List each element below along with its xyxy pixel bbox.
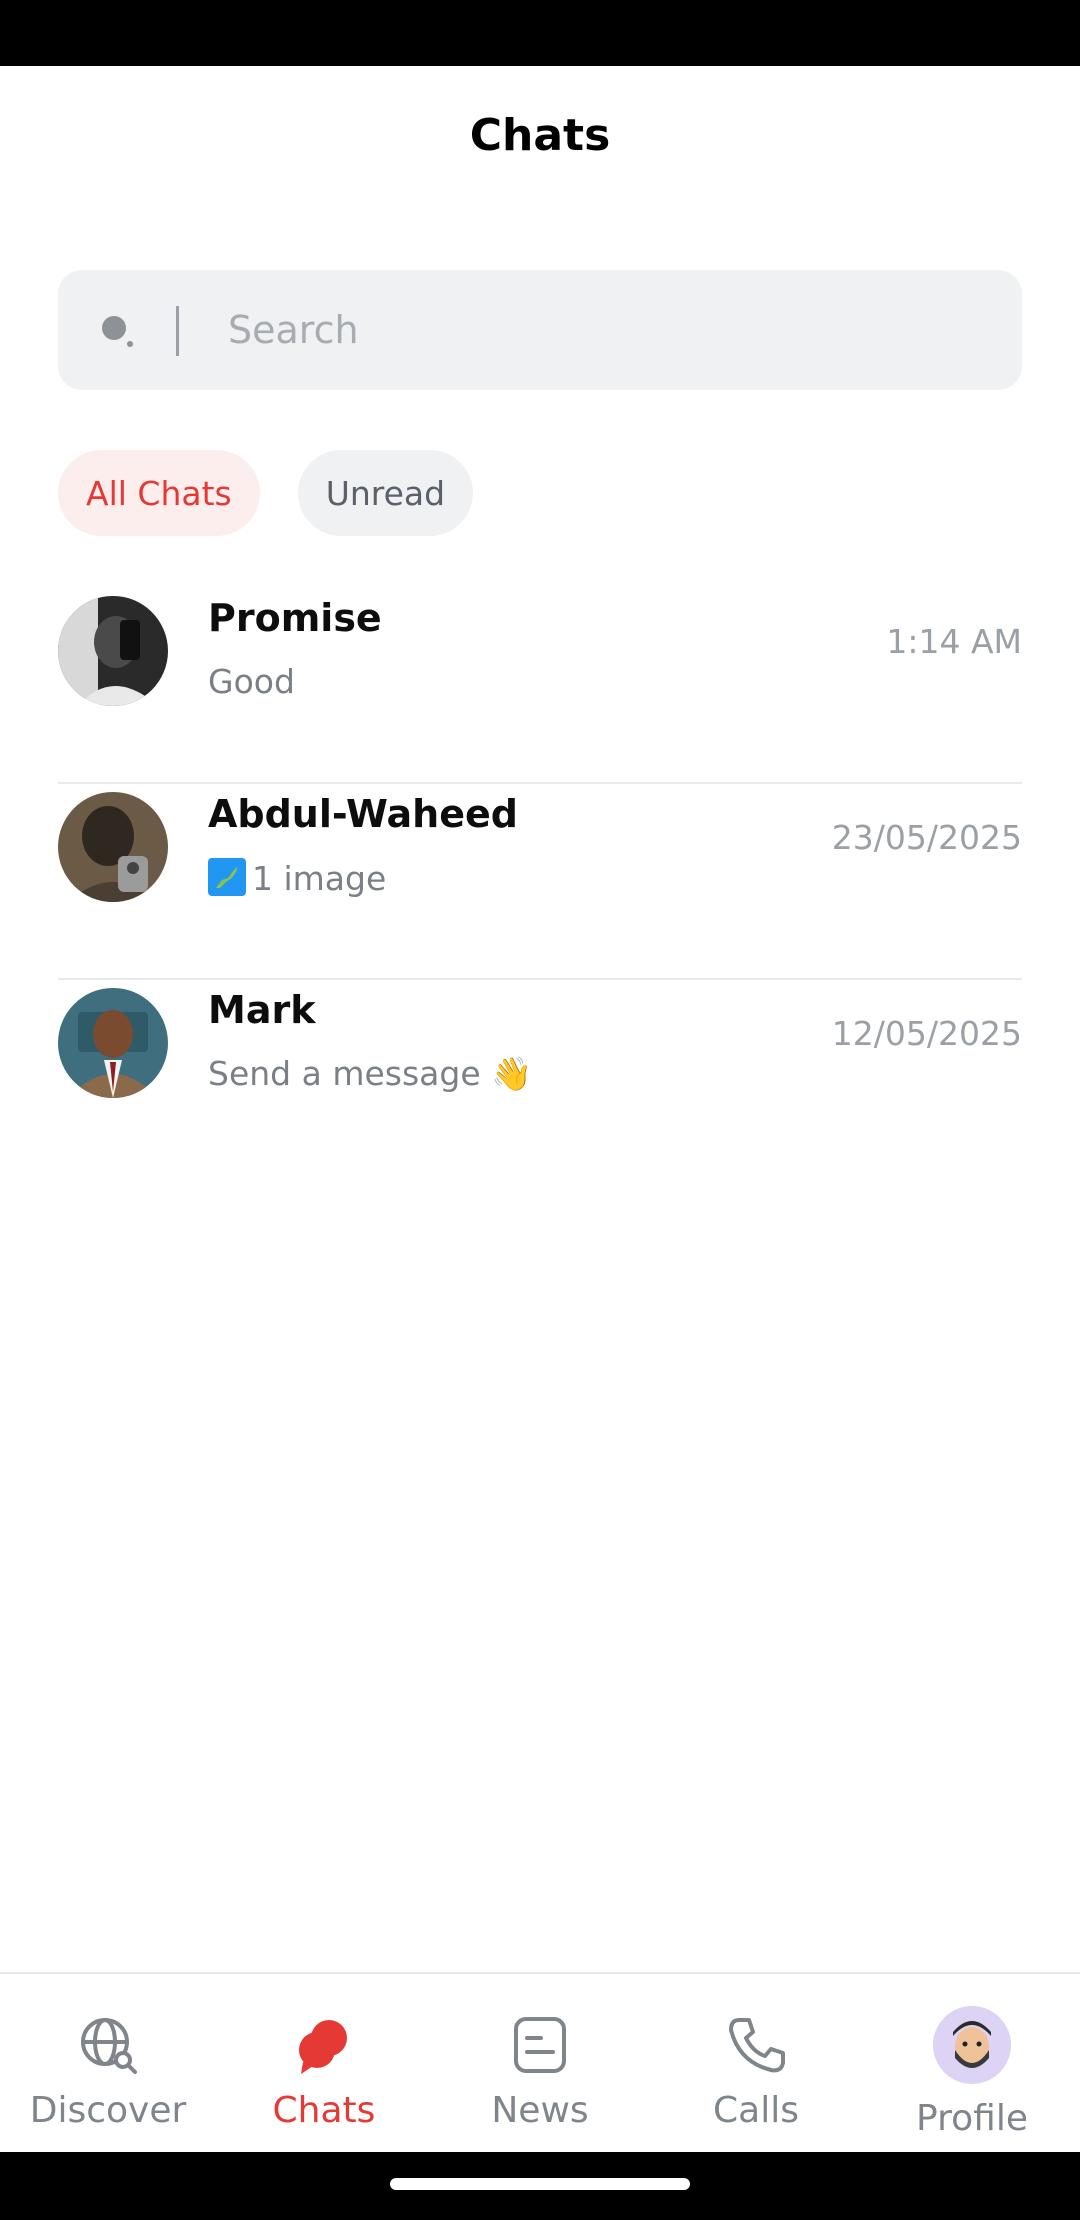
- chat-name: Promise: [208, 596, 382, 640]
- chat-name: Abdul-Waheed: [208, 792, 518, 836]
- search-input[interactable]: [228, 298, 988, 362]
- nav-label: Calls: [713, 2090, 799, 2131]
- avatar[interactable]: [58, 792, 168, 902]
- header: Chats: [0, 66, 1080, 216]
- search-cursor: [176, 306, 179, 356]
- filter-unread[interactable]: Unread: [297, 450, 474, 536]
- search-bar[interactable]: [58, 270, 1022, 390]
- nav-calls[interactable]: Calls: [648, 1974, 864, 2152]
- avatar: [933, 2006, 1011, 2084]
- chat-time: 23/05/2025: [831, 818, 1022, 857]
- bottom-nav: Discover Chats News Calls Profile: [0, 1972, 1080, 2152]
- chat-time: 12/05/2025: [831, 1014, 1022, 1053]
- japan-map-icon: [208, 858, 246, 896]
- globe-search-icon: [81, 2018, 137, 2074]
- nav-label: Chats: [272, 2090, 376, 2131]
- home-indicator[interactable]: [390, 2178, 690, 2190]
- chat-item-abdul-waheed[interactable]: Abdul-Waheed 1 image 23/05/2025: [58, 784, 1022, 980]
- avatar[interactable]: [58, 988, 168, 1098]
- nav-label: News: [491, 2090, 589, 2131]
- page-title: Chats: [469, 109, 611, 161]
- chat-preview: Good: [208, 662, 295, 701]
- chat-preview: Send a message 👋: [208, 1054, 533, 1093]
- chat-name: Mark: [208, 988, 316, 1032]
- filter-all-chats[interactable]: All Chats: [58, 450, 260, 536]
- chat-time: 1:14 AM: [886, 622, 1022, 661]
- search-icon: [102, 316, 133, 347]
- nav-profile[interactable]: Profile: [864, 1974, 1080, 2152]
- chat-list: Promise Good 1:14 AM Abdul-Waheed 1 imag…: [58, 588, 1022, 1176]
- system-nav-bar: [0, 2152, 1080, 2220]
- chat-preview-text: 1 image: [252, 859, 387, 898]
- avatar[interactable]: [58, 596, 168, 706]
- phone-icon: [729, 2018, 785, 2073]
- filter-chips: All Chats Unread: [58, 450, 474, 536]
- nav-discover[interactable]: Discover: [0, 1974, 216, 2152]
- chat-item-mark[interactable]: Mark Send a message 👋 12/05/2025: [58, 980, 1022, 1176]
- nav-news[interactable]: News: [432, 1974, 648, 2152]
- chat-item-promise[interactable]: Promise Good 1:14 AM: [58, 588, 1022, 784]
- news-icon: [514, 2017, 566, 2073]
- nav-label: Profile: [916, 2098, 1028, 2139]
- nav-chats[interactable]: Chats: [216, 1974, 432, 2152]
- chat-preview: 1 image: [208, 858, 386, 898]
- chat-bubbles-icon: [299, 2020, 347, 2074]
- nav-label: Discover: [29, 2090, 187, 2131]
- status-bar: [0, 0, 1080, 66]
